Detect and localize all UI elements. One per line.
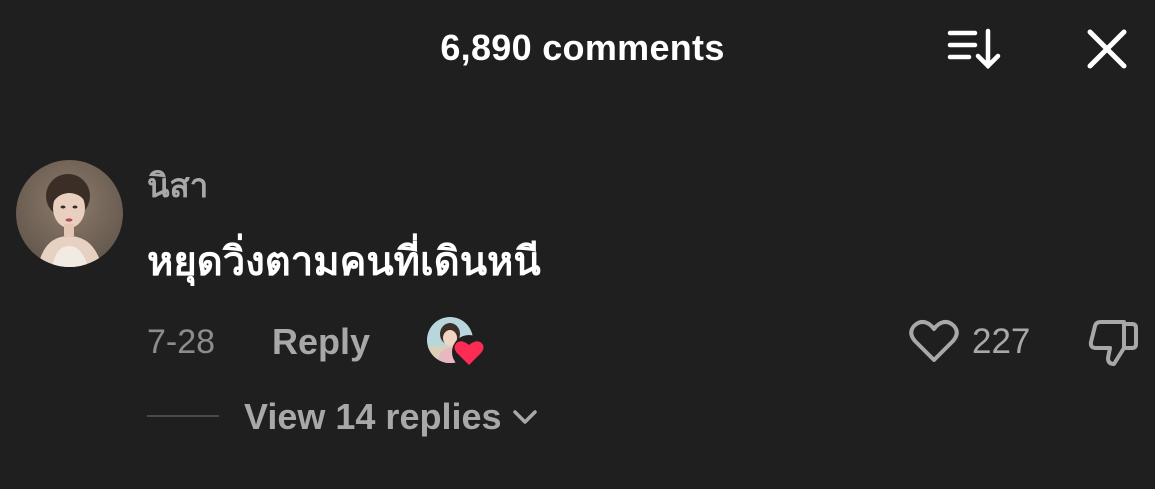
replies-divider bbox=[147, 415, 219, 417]
chevron-down-icon bbox=[512, 410, 537, 424]
like-count: 227 bbox=[972, 322, 1031, 361]
creator-avatar-with-heart-icon bbox=[427, 317, 486, 369]
comment-text: หยุดวิ่งตามคนที่เดินหนี bbox=[147, 240, 541, 284]
avatar[interactable] bbox=[16, 160, 123, 267]
comment-username[interactable]: นิสา bbox=[147, 166, 208, 206]
view-replies-button[interactable]: View 14 replies bbox=[244, 396, 538, 438]
comments-panel: 6,890 comments นิสา หยุดวิ่งตามคนที่เดิน… bbox=[0, 0, 1155, 489]
reply-button[interactable]: Reply bbox=[272, 322, 370, 362]
like-button[interactable] bbox=[908, 318, 960, 364]
sort-button[interactable] bbox=[945, 26, 1005, 72]
close-button[interactable] bbox=[1082, 26, 1132, 72]
close-icon bbox=[1087, 29, 1127, 69]
heart-outline-icon bbox=[909, 319, 959, 362]
creator-liked-badge bbox=[426, 316, 490, 370]
user-avatar-image bbox=[16, 160, 123, 267]
thumbs-down-icon bbox=[1088, 320, 1138, 366]
sort-down-icon bbox=[947, 28, 1001, 70]
dislike-button[interactable] bbox=[1086, 316, 1140, 368]
comment-date: 7-28 bbox=[147, 323, 216, 361]
view-replies-label: View 14 replies bbox=[244, 396, 502, 437]
